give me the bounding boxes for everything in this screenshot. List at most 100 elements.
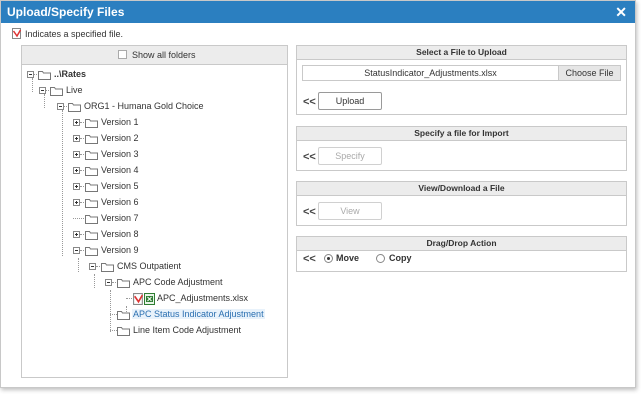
tree-node-label: Version 1: [101, 117, 139, 127]
close-icon[interactable]: ✕: [615, 4, 627, 21]
expand-icon[interactable]: [73, 183, 80, 190]
view-panel-header: View/Download a File: [297, 182, 626, 196]
view-panel: View/Download a File << View: [296, 181, 627, 226]
copy-radio-label: Copy: [389, 253, 412, 263]
folder-icon: [101, 263, 114, 272]
tree-node-version-7[interactable]: Version 7: [73, 212, 163, 226]
collapse-icon[interactable]: [27, 71, 34, 78]
tree-node-version-1[interactable]: Version 1: [73, 116, 163, 130]
folder-tree: ..\Rates Live ORG1 - Humana Gold Choice …: [21, 65, 288, 378]
tree-node-live[interactable]: Live: [39, 84, 119, 98]
tree-node-version-5[interactable]: Version 5: [73, 180, 163, 194]
expand-icon[interactable]: [73, 167, 80, 174]
specify-panel: Specify a file for Import << Specify: [296, 126, 627, 171]
expand-icon[interactable]: [73, 151, 80, 158]
tree-node-label: Version 3: [101, 149, 139, 159]
specified-file-icon: [133, 293, 144, 305]
collapse-icon[interactable]: [73, 247, 80, 254]
collapse-icon[interactable]: [105, 279, 112, 286]
tree-node-version-2[interactable]: Version 2: [73, 132, 163, 146]
expand-icon[interactable]: [73, 231, 80, 238]
legend-text: Indicates a specified file.: [25, 29, 124, 39]
folder-icon: [117, 279, 130, 288]
folder-icon: [85, 247, 98, 256]
legend-note: Indicates a specified file.: [12, 28, 124, 39]
tree-guide-line: [62, 110, 63, 256]
expand-icon[interactable]: [73, 199, 80, 206]
folder-icon: [85, 199, 98, 208]
tree-node-version-3[interactable]: Version 3: [73, 148, 163, 162]
move-radio-label: Move: [336, 253, 360, 263]
upload-panel-header: Select a File to Upload: [297, 46, 626, 60]
tree-node-label: CMS Outpatient: [117, 261, 182, 271]
dragdrop-panel-header: Drag/Drop Action: [297, 237, 626, 251]
folder-icon: [85, 231, 98, 240]
tree-node-label: Live: [66, 85, 83, 95]
folder-icon: [38, 71, 51, 80]
collapse-icon[interactable]: [39, 87, 46, 94]
tree-node-label: ..\Rates: [54, 69, 87, 79]
tree-node-apc-code-adjustment[interactable]: APC Code Adjustment: [105, 276, 245, 290]
tree-node-rates[interactable]: ..\Rates: [27, 68, 147, 82]
show-all-folders-label: Show all folders: [132, 50, 196, 60]
collapse-icon[interactable]: [57, 103, 64, 110]
chevron-left-icon[interactable]: <<: [303, 253, 316, 265]
folder-icon: [85, 167, 98, 176]
show-all-folders-checkbox[interactable]: [118, 50, 127, 59]
chevron-left-icon[interactable]: <<: [303, 96, 316, 108]
tree-guide-line: [78, 258, 79, 272]
tree-node-version-6[interactable]: Version 6: [73, 196, 163, 210]
folder-icon: [85, 151, 98, 160]
tree-node-label: APC Code Adjustment: [133, 277, 223, 287]
tree-node-label: Version 5: [101, 181, 139, 191]
tree-node-label: Line Item Code Adjustment: [133, 325, 242, 335]
tree-node-apc-adjustments-file[interactable]: APC_Adjustments.xlsx: [126, 292, 266, 306]
tree-node-label: APC_Adjustments.xlsx: [157, 293, 249, 303]
choose-file-button[interactable]: Choose File: [558, 66, 620, 80]
tree-node-label: Version 2: [101, 133, 139, 143]
specified-file-icon: [12, 28, 22, 39]
chevron-left-icon[interactable]: <<: [303, 206, 316, 218]
folder-icon: [50, 87, 63, 96]
tree-node-cms-outpatient[interactable]: CMS Outpatient: [89, 260, 209, 274]
folder-icon: [85, 215, 98, 224]
tree-guide-line: [94, 274, 95, 288]
specify-panel-header: Specify a file for Import: [297, 127, 626, 141]
folder-icon: [117, 327, 130, 336]
tree-node-label: Version 4: [101, 165, 139, 175]
specify-button[interactable]: Specify: [318, 147, 382, 165]
folder-icon: [85, 183, 98, 192]
tree-node-version-9[interactable]: Version 9: [73, 244, 163, 258]
file-picker[interactable]: StatusIndicator_Adjustments.xlsx Choose …: [302, 65, 621, 81]
dragdrop-panel: Drag/Drop Action << Move Copy: [296, 236, 627, 272]
tree-header: Show all folders: [21, 45, 288, 65]
tree-node-label: Version 6: [101, 197, 139, 207]
tree-node-label: Version 8: [101, 229, 139, 239]
move-radio[interactable]: [324, 254, 333, 263]
excel-file-icon: [144, 293, 155, 305]
folder-icon: [85, 135, 98, 144]
tree-node-label: ORG1 - Humana Gold Choice: [84, 101, 204, 111]
tree-node-org1[interactable]: ORG1 - Humana Gold Choice: [57, 100, 237, 114]
upload-button[interactable]: Upload: [318, 92, 382, 110]
collapse-icon[interactable]: [89, 263, 96, 270]
expand-icon[interactable]: [73, 119, 80, 126]
chevron-left-icon[interactable]: <<: [303, 151, 316, 163]
tree-node-label: Version 9: [101, 245, 139, 255]
tree-node-label: Version 7: [101, 213, 139, 223]
expand-icon[interactable]: [73, 135, 80, 142]
tree-node-line-item-code-adjustment[interactable]: Line Item Code Adjustment: [110, 324, 280, 338]
selected-file-name: StatusIndicator_Adjustments.xlsx: [364, 68, 497, 78]
view-button[interactable]: View: [318, 202, 382, 220]
tree-node-version-8[interactable]: Version 8: [73, 228, 163, 242]
folder-icon: [68, 103, 81, 112]
upload-specify-dialog: Upload/Specify Files ✕ Indicates a speci…: [0, 0, 636, 388]
folder-icon: [117, 311, 130, 320]
tree-node-apc-status-indicator-adjustment[interactable]: APC Status Indicator Adjustment: [110, 308, 280, 322]
dialog-titlebar: Upload/Specify Files ✕: [1, 1, 635, 23]
tree-node-version-4[interactable]: Version 4: [73, 164, 163, 178]
dialog-title: Upload/Specify Files: [7, 5, 125, 19]
tree-node-label: APC Status Indicator Adjustment: [132, 309, 265, 319]
folder-icon: [85, 119, 98, 128]
copy-radio[interactable]: [376, 254, 385, 263]
